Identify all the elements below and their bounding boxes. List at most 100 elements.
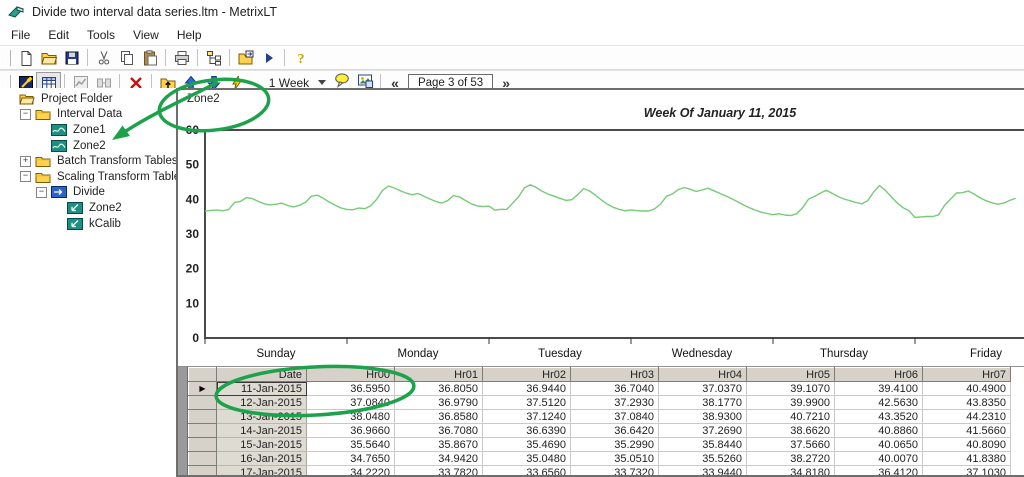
- cell-value[interactable]: 40.0070: [835, 452, 923, 466]
- cell-value[interactable]: 38.9300: [659, 410, 747, 424]
- copy-button[interactable]: [115, 48, 138, 68]
- menu-edit[interactable]: Edit: [39, 26, 78, 44]
- cell-value[interactable]: 34.7650: [307, 452, 395, 466]
- tree-item-project-folder[interactable]: Project Folder: [0, 91, 176, 107]
- cell-value[interactable]: 35.0480: [483, 452, 571, 466]
- cell-value[interactable]: 36.6420: [571, 424, 659, 438]
- cell-value[interactable]: 38.6620: [747, 424, 835, 438]
- paste-button[interactable]: [138, 48, 161, 68]
- cell-value[interactable]: 42.5630: [835, 396, 923, 410]
- cell-value[interactable]: 37.1240: [483, 410, 571, 424]
- cell-value[interactable]: 37.2930: [571, 396, 659, 410]
- expand-icon[interactable]: +: [20, 156, 31, 167]
- cell-value[interactable]: 39.4100: [835, 382, 923, 396]
- cell-value[interactable]: 37.0840: [307, 396, 395, 410]
- cell-value[interactable]: 35.2990: [571, 438, 659, 452]
- cell-value[interactable]: 36.7080: [395, 424, 483, 438]
- help-button[interactable]: ?: [289, 48, 312, 68]
- cell-value[interactable]: 41.8380: [923, 452, 1011, 466]
- cell-value[interactable]: 36.4120: [835, 466, 923, 477]
- tree-item-divide[interactable]: −Divide: [0, 185, 176, 201]
- chart-canvas[interactable]: 0102030405060SundayMondayTuesdayWednesda…: [178, 90, 1024, 366]
- cell-value[interactable]: 39.1070: [747, 382, 835, 396]
- cell-value[interactable]: 36.7040: [571, 382, 659, 396]
- cell-value[interactable]: 35.5260: [659, 452, 747, 466]
- save-button[interactable]: [60, 48, 83, 68]
- cell-value[interactable]: 38.2720: [747, 452, 835, 466]
- cell-value[interactable]: 37.0840: [571, 410, 659, 424]
- menu-file[interactable]: File: [2, 26, 39, 44]
- run-button[interactable]: [257, 48, 280, 68]
- cell-value[interactable]: 37.2690: [659, 424, 747, 438]
- cell-date[interactable]: 13-Jan-2015: [217, 410, 307, 424]
- column-header-hr06[interactable]: Hr06: [835, 368, 923, 382]
- open-button[interactable]: [37, 48, 60, 68]
- column-header-hr03[interactable]: Hr03: [571, 368, 659, 382]
- cell-value[interactable]: 36.9440: [483, 382, 571, 396]
- row-selector[interactable]: [189, 466, 217, 477]
- cell-value[interactable]: 37.0370: [659, 382, 747, 396]
- tree-item-zone2[interactable]: Zone2: [0, 200, 176, 216]
- column-header-hr00[interactable]: Hr00: [307, 368, 395, 382]
- cell-value[interactable]: 40.7210: [747, 410, 835, 424]
- cell-value[interactable]: 36.9660: [307, 424, 395, 438]
- column-header-hr01[interactable]: Hr01: [395, 368, 483, 382]
- cell-value[interactable]: 37.1030: [923, 466, 1011, 477]
- menu-tools[interactable]: Tools: [78, 26, 124, 44]
- tree-item-interval-data[interactable]: −Interval Data: [0, 107, 176, 123]
- cell-date[interactable]: 14-Jan-2015: [217, 424, 307, 438]
- cell-date[interactable]: 11-Jan-2015: [217, 382, 307, 396]
- cell-date[interactable]: 17-Jan-2015: [217, 466, 307, 477]
- cell-value[interactable]: 35.5640: [307, 438, 395, 452]
- cell-value[interactable]: 36.8580: [395, 410, 483, 424]
- column-header-hr04[interactable]: Hr04: [659, 368, 747, 382]
- cell-value[interactable]: 35.0510: [571, 452, 659, 466]
- row-selector[interactable]: [189, 424, 217, 438]
- cell-value[interactable]: 34.9420: [395, 452, 483, 466]
- cell-value[interactable]: 40.8090: [923, 438, 1011, 452]
- cell-value[interactable]: 40.0650: [835, 438, 923, 452]
- cell-value[interactable]: 33.9440: [659, 466, 747, 477]
- cell-value[interactable]: 34.2220: [307, 466, 395, 477]
- cell-value[interactable]: 35.8440: [659, 438, 747, 452]
- menu-help[interactable]: Help: [168, 26, 211, 44]
- cell-value[interactable]: 38.1770: [659, 396, 747, 410]
- tree-item-batch-transform-tables[interactable]: +Batch Transform Tables: [0, 153, 176, 169]
- tree-view-button[interactable]: [202, 48, 225, 68]
- row-selector[interactable]: [189, 452, 217, 466]
- cell-value[interactable]: 33.6560: [483, 466, 571, 477]
- cell-value[interactable]: 33.7320: [571, 466, 659, 477]
- cell-value[interactable]: 40.8860: [835, 424, 923, 438]
- row-selector[interactable]: [189, 438, 217, 452]
- cell-date[interactable]: 16-Jan-2015: [217, 452, 307, 466]
- cell-value[interactable]: 33.7820: [395, 466, 483, 477]
- cell-value[interactable]: 36.8050: [395, 382, 483, 396]
- cell-value[interactable]: 34.8180: [747, 466, 835, 477]
- new-button[interactable]: [14, 48, 37, 68]
- cell-value[interactable]: 43.3520: [835, 410, 923, 424]
- collapse-icon[interactable]: −: [20, 109, 31, 120]
- active-row-marker[interactable]: ▶: [189, 382, 217, 396]
- cell-value[interactable]: 36.5950: [307, 382, 395, 396]
- cut-button[interactable]: [92, 48, 115, 68]
- cell-date[interactable]: 12-Jan-2015: [217, 396, 307, 410]
- column-header-date[interactable]: Date: [217, 368, 307, 382]
- column-header-hr07[interactable]: Hr07: [923, 368, 1011, 382]
- cell-value[interactable]: 35.8670: [395, 438, 483, 452]
- cell-value[interactable]: 43.8350: [923, 396, 1011, 410]
- tree-item-kcalib[interactable]: kCalib: [0, 216, 176, 232]
- collapse-icon[interactable]: −: [36, 187, 47, 198]
- cell-value[interactable]: 44.2310: [923, 410, 1011, 424]
- menu-view[interactable]: View: [124, 26, 168, 44]
- cell-date[interactable]: 15-Jan-2015: [217, 438, 307, 452]
- tree-item-scaling-transform-tables[interactable]: −Scaling Transform Tables: [0, 169, 176, 185]
- cell-value[interactable]: 41.5660: [923, 424, 1011, 438]
- cell-value[interactable]: 40.4900: [923, 382, 1011, 396]
- cell-value[interactable]: 38.0480: [307, 410, 395, 424]
- row-selector[interactable]: [189, 410, 217, 424]
- cell-value[interactable]: 39.9900: [747, 396, 835, 410]
- tree-item-zone2[interactable]: Zone2: [0, 138, 176, 154]
- cell-value[interactable]: 36.6390: [483, 424, 571, 438]
- export-button[interactable]: [234, 48, 257, 68]
- cell-value[interactable]: 36.9790: [395, 396, 483, 410]
